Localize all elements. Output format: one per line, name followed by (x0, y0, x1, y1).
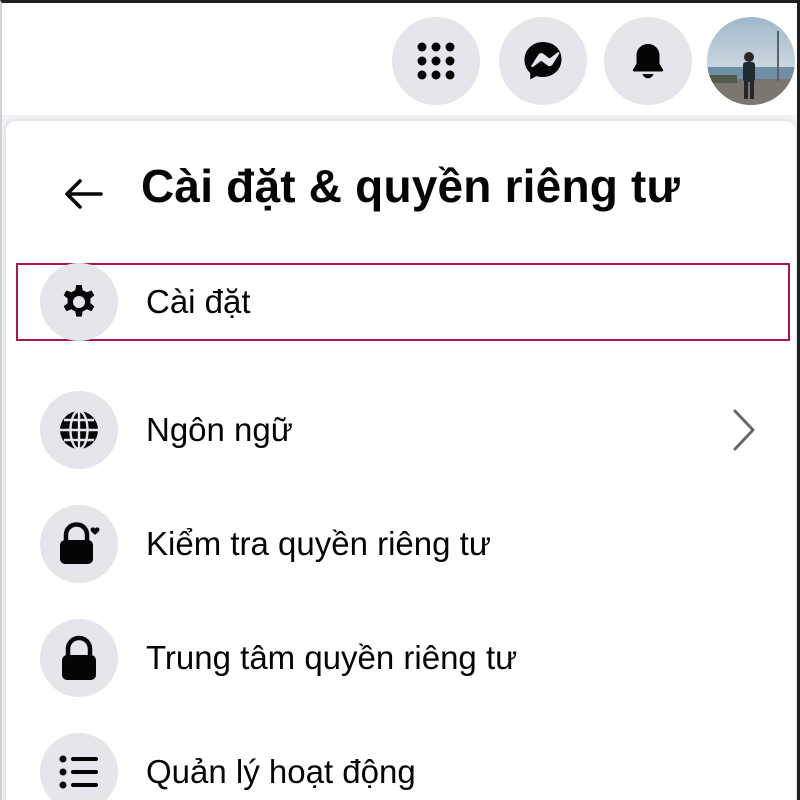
panel-header: Cài đặt & quyền riêng tư (6, 121, 796, 261)
gear-icon (63, 285, 95, 317)
menu-item-language[interactable]: Ngôn ngữ (16, 391, 790, 469)
list-icon (59, 755, 98, 789)
menu-item-settings[interactable]: Cài đặt (16, 263, 790, 341)
arrow-left-icon (65, 179, 103, 209)
avatar-photo (707, 17, 795, 105)
language-icon-circle (40, 391, 118, 469)
globe-icon (60, 409, 98, 451)
messenger-button[interactable] (499, 17, 587, 105)
top-navbar (2, 3, 797, 115)
activity-icon-circle (40, 733, 118, 800)
privacy-checkup-icon-circle (40, 505, 118, 583)
bell-icon (632, 44, 664, 79)
menu-item-label: Trung tâm quyền riêng tư (146, 639, 518, 676)
menu-item-label: Ngôn ngữ (146, 411, 293, 448)
profile-avatar[interactable] (707, 17, 795, 105)
notifications-button[interactable] (604, 17, 692, 105)
menu-item-privacy-center[interactable]: Trung tâm quyền riêng tư (16, 619, 790, 697)
menu-grid-icon (417, 42, 455, 80)
menu-item-label: Cài đặt (146, 283, 251, 320)
privacy-center-icon-circle (40, 619, 118, 697)
menu-item-activity-log[interactable]: Quản lý hoạt động (16, 733, 790, 800)
back-button[interactable] (50, 161, 116, 227)
menu-item-label: Quản lý hoạt động (146, 753, 416, 790)
messenger-icon (524, 42, 562, 80)
chevron-right-icon (724, 408, 764, 452)
settings-icon-circle (40, 263, 118, 341)
menu-item-privacy-checkup[interactable]: Kiểm tra quyền riêng tư (16, 505, 790, 583)
menu-button[interactable] (392, 17, 480, 105)
lock-heart-icon (60, 522, 100, 564)
lock-icon (62, 635, 96, 680)
screen-frame: Cài đặt & quyền riêng tư Cài đặt Ngôn ng… (0, 0, 800, 800)
menu-item-label: Kiểm tra quyền riêng tư (146, 525, 491, 562)
panel-title: Cài đặt & quyền riêng tư (141, 160, 681, 212)
settings-privacy-panel: Cài đặt & quyền riêng tư Cài đặt Ngôn ng… (6, 121, 796, 800)
